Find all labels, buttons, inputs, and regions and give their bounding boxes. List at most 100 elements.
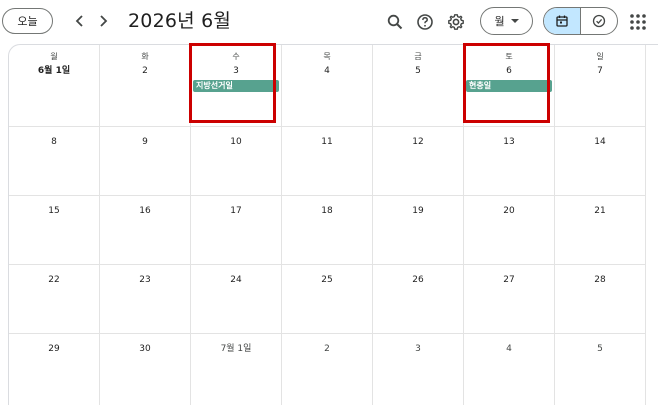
calendar-icon [556,15,568,27]
calendar-tasks-toggle [543,7,618,35]
day-number[interactable]: 16 [100,205,190,217]
chevron-right-icon [100,15,108,27]
day-cell[interactable]: 일 7 [555,45,646,127]
day-number[interactable]: 10 [191,136,281,148]
day-cell[interactable]: 29 [9,334,100,405]
day-number[interactable]: 3 [373,343,463,355]
day-cell[interactable]: 4 [464,334,555,405]
day-number[interactable]: 13 [464,136,554,148]
view-selector-label: 월 [494,15,505,28]
day-number[interactable]: 5 [555,343,645,355]
day-number[interactable]: 29 [9,343,99,355]
day-cell[interactable]: 토 6 현충일 [464,45,555,127]
day-number[interactable]: 22 [9,274,99,286]
next-month-button[interactable] [91,9,115,33]
day-cell[interactable]: 9 [100,127,191,196]
weekday-label: 수 [232,52,240,61]
search-button[interactable] [382,9,408,35]
day-cell[interactable]: 24 [191,265,282,334]
day-cell[interactable]: 수 3 지방선거일 [191,45,282,127]
view-selector[interactable]: 월 [480,7,533,35]
day-number[interactable]: 7월 1일 [191,343,281,355]
day-number[interactable]: 6월 1일 [9,65,99,77]
weekday-label: 토 [505,52,513,61]
day-cell[interactable]: 19 [373,196,464,265]
day-cell[interactable]: 30 [100,334,191,405]
day-number[interactable]: 11 [282,136,372,148]
weekday-label: 일 [596,52,604,61]
weekday-label: 월 [50,52,58,61]
calendar-toolbar: 오늘 2026년 6월 월 [0,0,658,44]
day-number[interactable]: 26 [373,274,463,286]
day-cell[interactable]: 금 5 [373,45,464,127]
today-button[interactable]: 오늘 [2,8,53,34]
day-number[interactable]: 9 [100,136,190,148]
search-icon [387,14,403,30]
day-number[interactable]: 4 [282,65,372,77]
day-number[interactable]: 24 [191,274,281,286]
event-chip[interactable]: 현충일 [466,80,552,92]
chevron-left-icon [75,15,83,27]
day-cell[interactable]: 13 [464,127,555,196]
day-number[interactable]: 6 [464,65,554,77]
calendar-view-toggle[interactable] [544,8,581,34]
day-number[interactable]: 30 [100,343,190,355]
day-number[interactable]: 12 [373,136,463,148]
day-cell[interactable]: 화 2 [100,45,191,127]
day-number[interactable]: 3 [191,65,281,77]
day-cell[interactable]: 27 [464,265,555,334]
day-number[interactable]: 5 [373,65,463,77]
day-number[interactable]: 27 [464,274,554,286]
day-cell[interactable]: 목 4 [282,45,373,127]
day-number[interactable]: 15 [9,205,99,217]
day-number[interactable]: 8 [9,136,99,148]
day-cell[interactable]: 17 [191,196,282,265]
day-number[interactable]: 14 [555,136,645,148]
day-number[interactable]: 2 [282,343,372,355]
day-cell[interactable]: 월 6월 1일 [9,45,100,127]
day-number[interactable]: 17 [191,205,281,217]
day-number[interactable]: 20 [464,205,554,217]
tasks-view-toggle[interactable] [581,8,617,34]
weekday-label: 목 [323,52,331,61]
day-cell[interactable]: 11 [282,127,373,196]
help-icon [417,14,433,30]
day-number[interactable]: 25 [282,274,372,286]
day-cell[interactable]: 15 [9,196,100,265]
caret-down-icon [510,19,519,23]
day-number[interactable]: 21 [555,205,645,217]
weekday-label: 화 [141,52,149,61]
day-number[interactable]: 2 [100,65,190,77]
day-cell[interactable]: 23 [100,265,191,334]
day-cell[interactable]: 18 [282,196,373,265]
day-cell[interactable]: 5 [555,334,646,405]
event-chip[interactable]: 지방선거일 [193,80,279,92]
day-cell[interactable]: 21 [555,196,646,265]
previous-month-button[interactable] [68,9,92,33]
day-cell[interactable]: 22 [9,265,100,334]
weekday-label: 금 [414,52,422,61]
day-number[interactable]: 4 [464,343,554,355]
apps-grid-icon[interactable] [628,12,648,32]
help-button[interactable] [412,9,438,35]
day-number[interactable]: 18 [282,205,372,217]
day-cell[interactable]: 2 [282,334,373,405]
day-number[interactable]: 19 [373,205,463,217]
settings-button[interactable] [443,9,469,35]
day-number[interactable]: 23 [100,274,190,286]
day-cell[interactable]: 16 [100,196,191,265]
month-title: 2026년 6월 [128,10,232,32]
day-cell[interactable]: 25 [282,265,373,334]
day-cell[interactable]: 20 [464,196,555,265]
day-cell[interactable]: 10 [191,127,282,196]
day-cell[interactable]: 8 [9,127,100,196]
day-cell[interactable]: 12 [373,127,464,196]
day-cell[interactable]: 28 [555,265,646,334]
day-number[interactable]: 7 [555,65,645,77]
day-cell[interactable]: 7월 1일 [191,334,282,405]
day-cell[interactable]: 26 [373,265,464,334]
month-grid: 월 6월 1일 화 2 수 3 지방선거일 목 4 금 5 토 6 현충일 일 … [8,44,658,405]
day-cell[interactable]: 3 [373,334,464,405]
day-number[interactable]: 28 [555,274,645,286]
day-cell[interactable]: 14 [555,127,646,196]
